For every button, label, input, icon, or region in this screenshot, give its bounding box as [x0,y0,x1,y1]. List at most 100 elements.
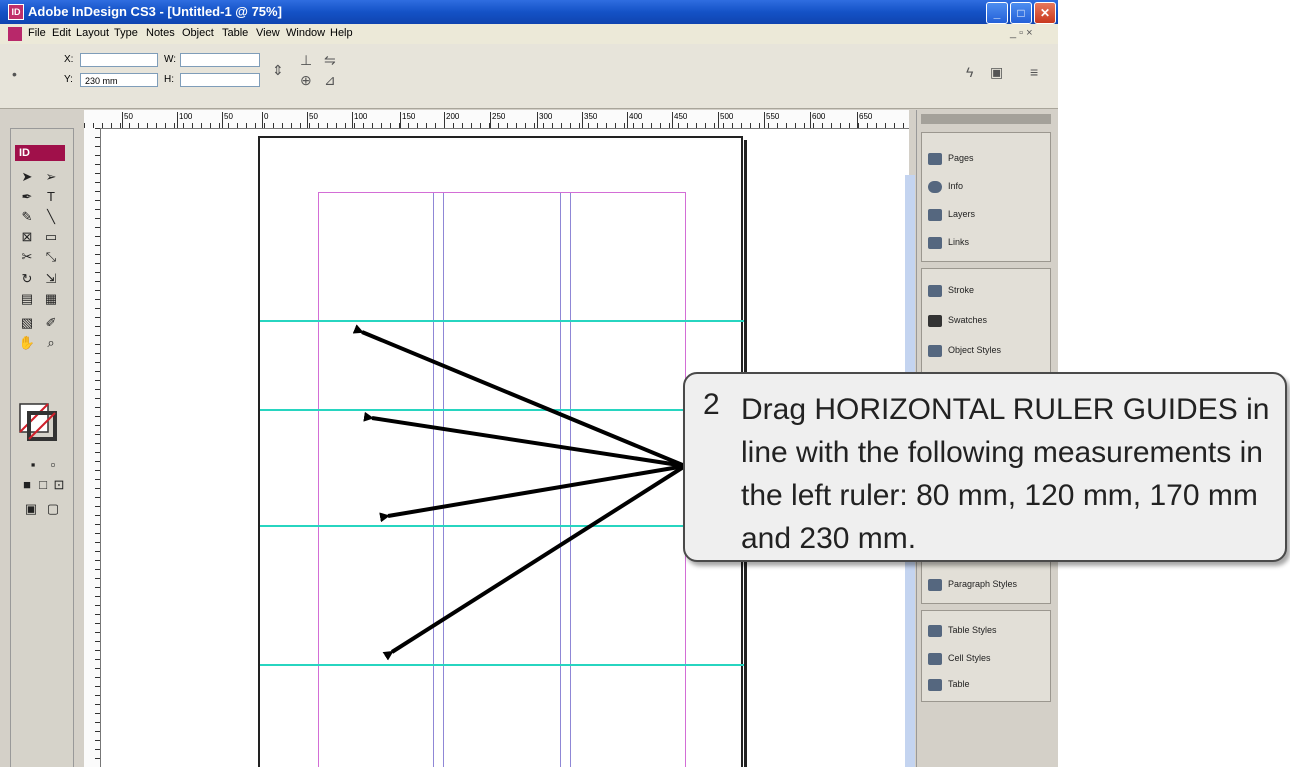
panel-paragraph-styles[interactable]: Paragraph Styles [928,575,1046,593]
scissors-tool-icon[interactable]: ✂ [17,249,37,265]
vertical-ruler[interactable] [84,128,101,767]
ruler-tick: 50 [307,112,318,128]
bridge-icon[interactable]: ▣ [990,64,1003,81]
panel-pages-label: Pages [948,153,974,163]
y-position-field[interactable]: 230 mm [80,73,158,87]
panel-group-table: Table Styles Cell Styles Table [921,610,1051,702]
panel-swatches-label: Swatches [948,315,988,325]
menu-help[interactable]: Help [330,27,353,39]
pencil-tool-icon[interactable]: ✎ [17,209,37,225]
panel-table-styles[interactable]: Table Styles [928,621,1046,639]
control-bar: • X: Y: 230 mm W: H: ⇕ ⊥ ⊕ ⇋ ⊿ ϟ ▣ ≡ [0,44,1058,109]
rotate-tool-icon[interactable]: ↻ [17,271,37,287]
dock-header[interactable] [921,114,1051,124]
note-tool-icon[interactable]: ▦ [41,291,61,307]
panel-table-label: Table [948,679,970,689]
menu-notes[interactable]: Notes [146,27,175,39]
margin-guides [318,192,686,767]
step-number: 2 [703,388,720,421]
pen-tool-icon[interactable]: ✒ [17,189,37,205]
panel-cell-styles[interactable]: Cell Styles [928,649,1046,667]
lightning-icon[interactable]: ϟ [966,64,973,80]
scale-x-icon[interactable]: ⊥ [300,52,312,69]
panel-links[interactable]: Links [928,233,1046,251]
shear-icon[interactable]: ⊿ [324,72,336,89]
title-bar: ID Adobe InDesign CS3 - [Untitled-1 @ 75… [0,0,1058,24]
document-window-controls[interactable]: _ ▫ × [1010,27,1033,39]
panel-object-styles[interactable]: Object Styles [928,341,1046,359]
column-guide [570,193,571,767]
zoom-tool-icon[interactable]: ⌕ [41,335,61,351]
height-field[interactable] [180,73,260,87]
scale-tool-icon[interactable]: ⇲ [41,271,61,287]
direct-selection-tool-icon[interactable]: ➢ [41,169,61,185]
apply-none-icon[interactable]: ▫ [43,457,63,473]
flip-icon[interactable]: ⇋ [324,52,336,69]
ruler-tick: 0 [261,112,269,128]
x-position-field[interactable] [80,53,158,67]
width-field[interactable] [180,53,260,67]
menu-object[interactable]: Object [182,27,214,39]
reference-point-icon[interactable]: • [12,66,17,82]
column-guide [560,193,561,767]
transform-tool-icon[interactable]: ⤡ [41,249,61,265]
horizontal-ruler[interactable]: 50 100 50 0 50 100 150 200 250 300 350 4… [84,110,909,129]
panel-pages[interactable]: Pages [928,149,1046,167]
menu-layout[interactable]: Layout [76,27,109,39]
panel-layers[interactable]: Layers [928,205,1046,223]
panel-links-label: Links [948,237,970,247]
menu-type[interactable]: Type [114,27,138,39]
panel-table[interactable]: Table [928,675,1046,693]
frame-tool-icon[interactable]: ⊠ [17,229,37,245]
panel-menu-icon[interactable]: ≡ [1030,64,1038,80]
rectangle-tool-icon[interactable]: ▭ [41,229,61,245]
swatches-icon [928,314,942,327]
eyedropper-tool-icon[interactable]: ✐ [41,315,61,331]
ruler-tick: 300 [536,112,553,128]
ruler-tick: 450 [671,112,688,128]
ruler-tick: 600 [809,112,826,128]
minimize-button[interactable]: _ [986,2,1008,24]
panel-stroke[interactable]: Stroke [928,281,1046,299]
column-guide [433,193,434,767]
fill-stroke-swatch[interactable] [19,403,57,441]
none-swatch-icon[interactable]: ⊡ [49,477,69,493]
horizontal-ruler-guide[interactable] [260,525,744,527]
ruler-tick: 50 [122,112,133,128]
preview-mode-icon[interactable]: ▢ [43,501,63,517]
ruler-tick: 100 [176,112,193,128]
ruler-tick: 150 [399,112,416,128]
panel-info[interactable]: Info [928,177,1046,195]
maximize-button[interactable]: □ [1010,2,1032,24]
horizontal-ruler-guide[interactable] [260,664,744,666]
document-icon[interactable] [8,27,22,41]
normal-view-icon[interactable]: ▣ [21,501,41,517]
menu-table[interactable]: Table [222,27,248,39]
line-tool-icon[interactable]: ╲ [41,209,61,225]
menu-file[interactable]: File [28,27,46,39]
x-label: X: [64,54,74,65]
panel-paragraph-styles-label: Paragraph Styles [948,579,1018,589]
horizontal-ruler-guide[interactable] [260,409,744,411]
panel-cell-styles-label: Cell Styles [948,653,991,663]
menu-window[interactable]: Window [286,27,325,39]
panel-info-label: Info [948,181,964,191]
ruler-tick: 400 [626,112,643,128]
panel-swatches[interactable]: Swatches [928,311,1046,329]
rotate-icon[interactable]: ⊕ [300,72,312,89]
panel-stroke-label: Stroke [948,285,975,295]
gradient-tool-icon[interactable]: ▤ [17,291,37,307]
apply-color-icon[interactable]: ▪ [23,457,43,473]
constrain-proportions-icon[interactable]: ⇕ [272,62,284,79]
menu-edit[interactable]: Edit [52,27,71,39]
close-button[interactable]: ✕ [1034,2,1056,24]
hand-tool-icon[interactable]: ✋ [17,335,37,351]
type-tool-icon[interactable]: T [41,189,61,205]
tools-panel: ID ➤ ➢ ✒ T ✎ ╲ ⊠ ▭ ✂ ⤡ ↻ ⇲ ▤ ▦ ▧ ✐ ✋ ⌕ ▪… [10,128,74,767]
column-guide [443,193,444,767]
ruler-tick: 50 [222,112,233,128]
button-tool-icon[interactable]: ▧ [17,315,37,331]
menu-view[interactable]: View [256,27,280,39]
horizontal-ruler-guide[interactable] [260,320,744,322]
selection-tool-icon[interactable]: ➤ [17,169,37,185]
